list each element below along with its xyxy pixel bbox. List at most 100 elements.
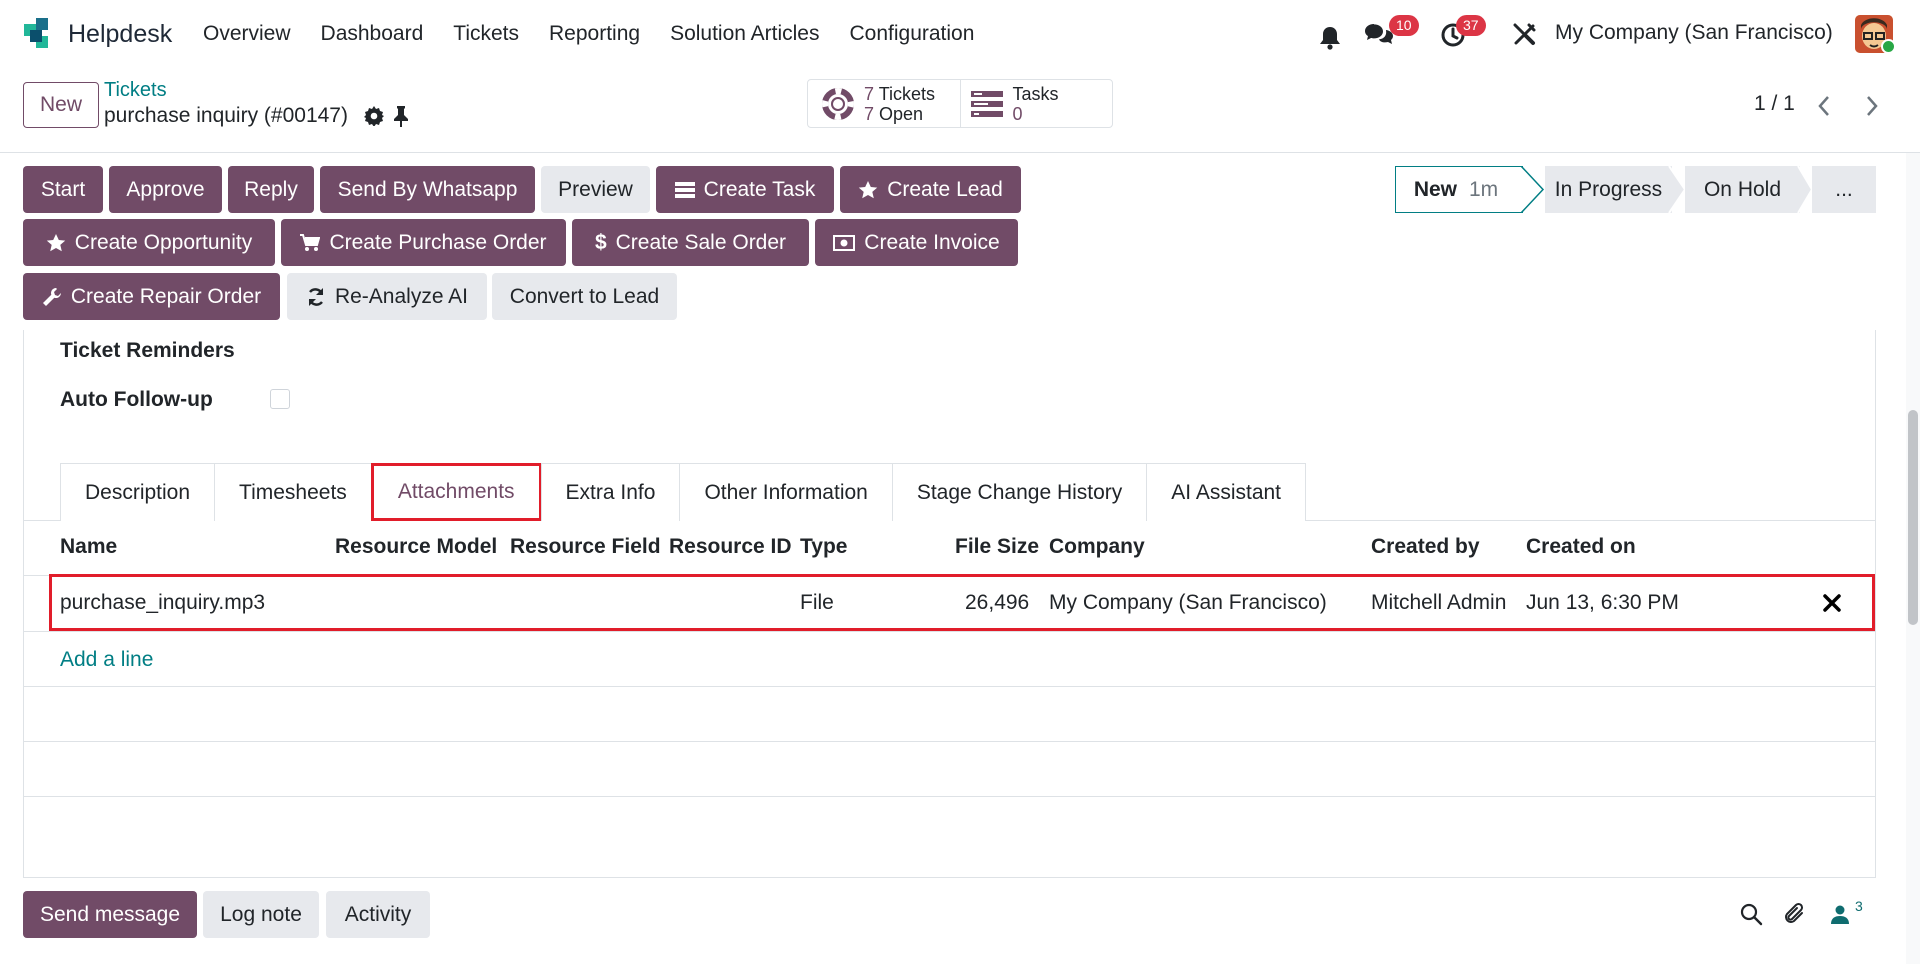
tasks-icon: [970, 90, 1003, 117]
tab-ai-assistant[interactable]: AI Assistant: [1146, 463, 1307, 521]
pager-next-icon[interactable]: [1864, 94, 1880, 118]
stage-in-progress[interactable]: In Progress: [1545, 166, 1672, 213]
pager-value[interactable]: 1 / 1: [1754, 92, 1795, 116]
re-analyze-ai-button[interactable]: Re-Analyze AI: [287, 273, 487, 320]
cell-created-by[interactable]: Mitchell Admin: [1371, 591, 1506, 615]
stage-separator-icon: [1794, 166, 1812, 213]
cell-created-on[interactable]: Jun 13, 6:30 PM: [1526, 591, 1679, 615]
create-lead-label: Create Lead: [887, 177, 1003, 201]
tasks-label: Tasks: [1012, 83, 1059, 104]
activity-button[interactable]: Activity: [326, 891, 430, 938]
column-resource-id[interactable]: Resource ID: [669, 535, 792, 559]
auto-followup-checkbox[interactable]: [270, 389, 290, 409]
menu-tickets[interactable]: Tickets: [438, 22, 534, 46]
create-task-button[interactable]: Create Task: [656, 166, 834, 213]
pin-icon[interactable]: [392, 105, 410, 127]
log-note-button[interactable]: Log note: [203, 891, 319, 938]
convert-to-lead-button[interactable]: Convert to Lead: [492, 273, 677, 320]
company-switcher[interactable]: My Company (San Francisco): [1555, 21, 1833, 45]
notebook-tabs: Description Timesheets Attachments Extra…: [60, 463, 1307, 521]
reply-button[interactable]: Reply: [228, 166, 314, 213]
create-sale-order-button[interactable]: $ Create Sale Order: [572, 219, 809, 266]
tab-description[interactable]: Description: [60, 463, 216, 521]
start-button[interactable]: Start: [23, 166, 103, 213]
money-bill-icon: [833, 234, 856, 251]
create-invoice-label: Create Invoice: [864, 230, 1000, 254]
approve-button[interactable]: Approve: [109, 166, 222, 213]
column-created-by[interactable]: Created by: [1371, 535, 1480, 559]
star-icon: [859, 180, 878, 198]
tab-stage-change-history[interactable]: Stage Change History: [891, 463, 1148, 521]
bell-icon[interactable]: [1319, 26, 1341, 50]
refresh-icon: [308, 287, 324, 306]
send-message-button[interactable]: Send message: [23, 891, 197, 938]
menu-dashboard[interactable]: Dashboard: [306, 22, 439, 46]
helpdesk-logo-icon[interactable]: [22, 16, 54, 52]
open-count: 7: [864, 103, 875, 124]
cell-company[interactable]: My Company (San Francisco): [1049, 591, 1327, 615]
tab-other-information[interactable]: Other Information: [679, 463, 893, 521]
menu-overview[interactable]: Overview: [188, 22, 306, 46]
star-icon: [46, 233, 65, 251]
followers-count: 3: [1855, 898, 1863, 914]
menu-solution-articles[interactable]: Solution Articles: [655, 22, 834, 46]
column-company[interactable]: Company: [1049, 535, 1145, 559]
pager-previous-icon[interactable]: [1816, 94, 1832, 118]
menu-reporting[interactable]: Reporting: [534, 22, 655, 46]
create-purchase-order-label: Create Purchase Order: [329, 230, 547, 254]
tasks-count: 0: [1012, 103, 1023, 124]
tab-timesheets[interactable]: Timesheets: [214, 463, 372, 521]
create-lead-button[interactable]: Create Lead: [840, 166, 1021, 213]
tickets-label: Tickets: [878, 83, 936, 104]
cell-file-size[interactable]: 26,496: [965, 591, 1029, 615]
breadcrumb-current-record: purchase inquiry (#00147): [104, 104, 348, 127]
preview-button[interactable]: Preview: [541, 166, 650, 213]
paperclip-icon[interactable]: [1783, 902, 1807, 926]
table-row-divider: [23, 631, 1876, 632]
followers-user-icon[interactable]: [1828, 902, 1852, 926]
page-scrollbar-thumb[interactable]: [1908, 410, 1918, 625]
send-by-whatsapp-button[interactable]: Send By Whatsapp: [320, 166, 535, 213]
debug-tools-icon[interactable]: [1512, 22, 1537, 47]
breadcrumb-tickets[interactable]: Tickets: [104, 79, 167, 102]
stage-more-label: ...: [1835, 177, 1853, 201]
app-name[interactable]: Helpdesk: [68, 20, 172, 49]
stage-on-hold-label: On Hold: [1703, 177, 1782, 201]
create-repair-order-button[interactable]: Create Repair Order: [23, 273, 280, 320]
delete-row-icon[interactable]: [1823, 594, 1841, 612]
ticket-reminders-label: Ticket Reminders: [60, 339, 235, 362]
table-row-divider: [23, 686, 1876, 687]
tasks-smart-button[interactable]: Tasks 0: [959, 80, 1113, 127]
column-file-size[interactable]: File Size: [955, 535, 1039, 559]
gear-icon[interactable]: [364, 106, 384, 126]
control-panel: New Tickets purchase inquiry (#00147) 7 …: [0, 68, 1920, 153]
add-line-link[interactable]: Add a line: [60, 648, 153, 672]
stage-separator-icon: [1663, 166, 1685, 213]
search-icon[interactable]: [1739, 902, 1763, 926]
column-type[interactable]: Type: [800, 535, 847, 559]
tickets-smart-button[interactable]: 7 Tickets 7 Open: [808, 80, 960, 127]
column-resource-model[interactable]: Resource Model: [335, 535, 497, 559]
stage-new-label: New: [1413, 177, 1457, 201]
dollar-icon: $: [594, 230, 607, 254]
stage-on-hold[interactable]: On Hold: [1685, 166, 1800, 213]
auto-followup-label: Auto Follow-up: [60, 388, 213, 411]
tickets-count: 7: [864, 83, 875, 104]
create-purchase-order-button[interactable]: Create Purchase Order: [281, 219, 566, 266]
cell-name[interactable]: purchase_inquiry.mp3: [60, 591, 265, 615]
column-resource-field[interactable]: Resource Field: [510, 535, 661, 559]
menu-configuration[interactable]: Configuration: [834, 22, 989, 46]
tab-attachments[interactable]: Attachments: [370, 463, 542, 521]
stage-new[interactable]: New 1m: [1395, 166, 1523, 213]
create-opportunity-button[interactable]: Create Opportunity: [23, 219, 275, 266]
tasks-icon: [674, 181, 695, 198]
stage-more-dropdown[interactable]: ...: [1812, 166, 1876, 213]
create-repair-order-label: Create Repair Order: [70, 284, 262, 308]
create-invoice-button[interactable]: Create Invoice: [815, 219, 1018, 266]
column-name[interactable]: Name: [60, 535, 117, 559]
cell-type[interactable]: File: [800, 591, 834, 615]
open-label: Open: [879, 103, 924, 124]
tab-extra-info[interactable]: Extra Info: [540, 463, 681, 521]
column-created-on[interactable]: Created on: [1526, 535, 1636, 559]
new-record-button[interactable]: New: [23, 82, 99, 128]
